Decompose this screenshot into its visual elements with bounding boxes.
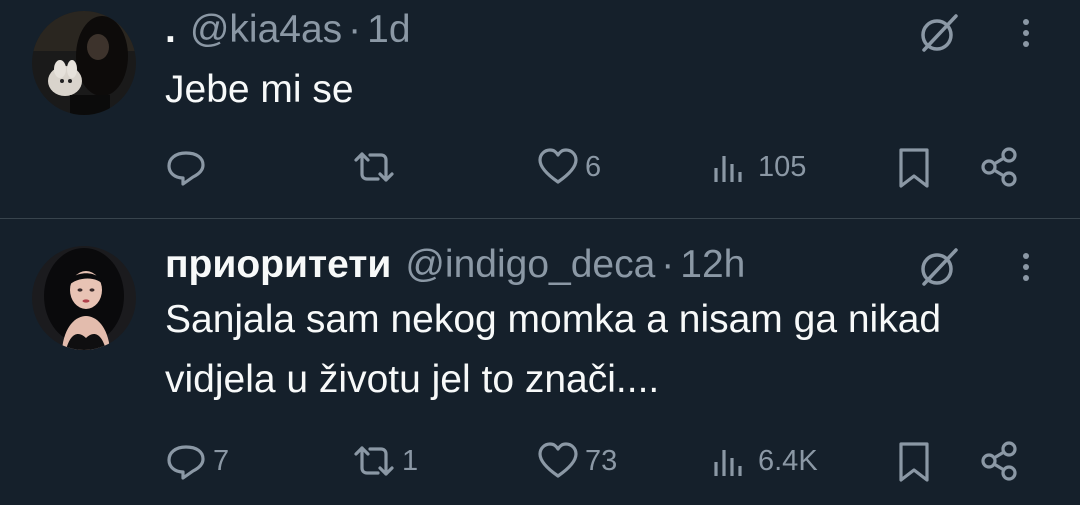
separator: · — [661, 243, 675, 286]
tweet-header: приоритети @indigo_deca · 12h — [165, 243, 745, 293]
like-icon — [535, 438, 581, 484]
action-bar: 6 105 — [0, 142, 1080, 192]
grok-icon[interactable] — [916, 10, 962, 56]
bookmark-button[interactable] — [891, 142, 937, 192]
avatar[interactable] — [32, 246, 136, 350]
like-count: 73 — [585, 444, 618, 477]
tweet[interactable]: . @kia4as · 1d Jebe mi se 6 105 — [0, 0, 1080, 218]
share-button[interactable] — [976, 142, 1022, 192]
repost-icon — [350, 144, 398, 190]
view-count: 105 — [758, 150, 807, 183]
reply-button[interactable] — [163, 142, 213, 192]
tweet-header: . @kia4as · 1d — [165, 8, 411, 58]
reply-button[interactable]: 7 — [163, 436, 229, 486]
tweet-text: Jebe mi se — [165, 68, 354, 111]
reply-icon — [163, 144, 209, 190]
tweet[interactable]: приоритети @indigo_deca · 12h Sanjala sa… — [0, 219, 1080, 505]
timestamp[interactable]: 12h — [680, 243, 745, 287]
share-button[interactable] — [976, 436, 1022, 486]
bookmark-icon — [891, 438, 937, 484]
bookmark-button[interactable] — [891, 436, 937, 486]
more-icon[interactable] — [1014, 10, 1038, 56]
more-icon[interactable] — [1014, 244, 1038, 290]
reply-count: 7 — [213, 444, 230, 477]
timeline: . @kia4as · 1d Jebe mi se 6 105 приорите… — [0, 0, 1080, 505]
views-icon — [708, 438, 754, 484]
grok-icon[interactable] — [916, 244, 962, 290]
handle[interactable]: @indigo_deca — [405, 243, 655, 287]
tweet-text: Sanjala sam nekog momka a nisam ga nikad… — [165, 298, 942, 401]
share-icon — [976, 438, 1022, 484]
action-bar: 7 1 73 6.4K — [0, 436, 1080, 486]
like-button[interactable]: 73 — [535, 436, 617, 486]
reply-icon — [163, 438, 209, 484]
like-count: 6 — [585, 150, 602, 183]
views-button[interactable]: 105 — [708, 142, 806, 192]
display-name[interactable]: . — [165, 8, 176, 52]
repost-button[interactable]: 1 — [350, 436, 418, 486]
like-icon — [535, 144, 581, 190]
like-button[interactable]: 6 — [535, 142, 601, 192]
handle[interactable]: @kia4as — [190, 8, 342, 52]
views-icon — [708, 144, 754, 190]
bookmark-icon — [891, 144, 937, 190]
repost-icon — [350, 438, 398, 484]
repost-count: 1 — [402, 444, 419, 477]
share-icon — [976, 144, 1022, 190]
display-name[interactable]: приоритети — [165, 243, 391, 287]
repost-button[interactable] — [350, 142, 402, 192]
avatar[interactable] — [32, 11, 136, 115]
separator: · — [348, 8, 362, 51]
views-button[interactable]: 6.4K — [708, 436, 818, 486]
timestamp[interactable]: 1d — [367, 8, 410, 52]
view-count: 6.4K — [758, 444, 818, 477]
